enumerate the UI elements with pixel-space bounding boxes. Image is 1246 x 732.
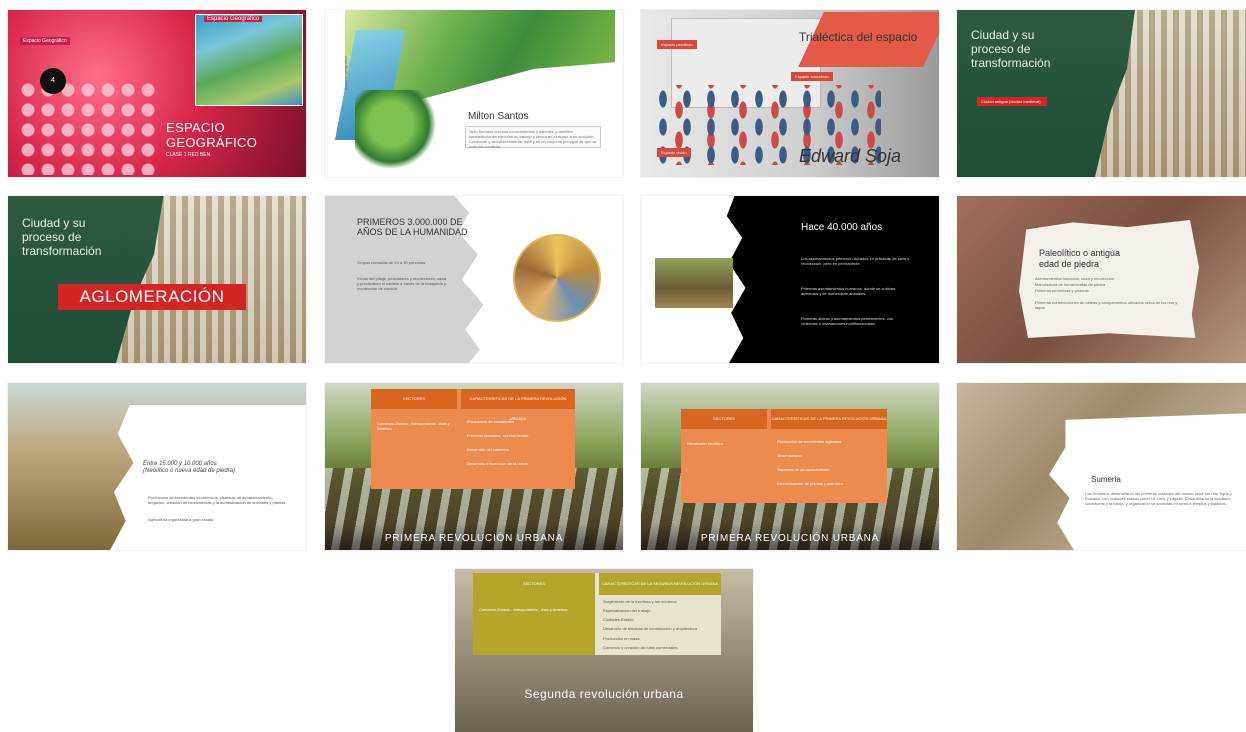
slide-thumbnail-paleolitico[interactable]: Paleolítico o antigua edad de piedra Ase… (957, 196, 1246, 363)
slide-thumbnail-edward-soja[interactable]: Espacio percibido Espacio concebido Espa… (641, 10, 939, 177)
slide-subtitle: CLASE 1 RED BEN (166, 152, 211, 158)
slide-title: Paleolítico o antigua edad de piedra (1039, 248, 1169, 270)
table-header: SECTORES (681, 409, 767, 429)
slide-title: Hace 40.000 años (801, 222, 883, 233)
table-cell: Primeras ciudades, asentamientos (467, 433, 529, 438)
slide-thumbnail-espacio-geografico[interactable]: Espacio Geográfico 4 Espacio Geográfico … (8, 10, 306, 177)
characteristics-table: SECTORES CARACTERÍSTICAS DE LA PRIMERA R… (371, 389, 575, 489)
highlight-banner: AGLOMERACIÓN (58, 284, 246, 310)
quote-box: Todo humano con sus conocimientos y sabe… (465, 126, 601, 149)
characteristics-table: SECTORES CARACTERÍSTICAS DE LA SEGUNDA R… (473, 573, 721, 655)
bullet-text: Los asentamientos primeros ubicados en p… (801, 256, 910, 266)
slide-tag: Ciudad antigua (ciudad medieval) (977, 97, 1047, 106)
bullet-text: Primeras construcciones de aldeas y camp… (1035, 300, 1178, 310)
title-line: edad de piedra (1039, 259, 1100, 269)
trees-image (355, 90, 445, 175)
bullet-text: Primeras cerámicas y pinturas (1035, 288, 1089, 293)
table-cell: Comercio-Estado - Mesopotamia - Asia y A… (377, 421, 450, 431)
bullet-text: Primeras aldeas y asentamientos permanen… (801, 316, 894, 326)
slide-title: Entre 15.000 y 10.000 años (Neolítico o … (143, 461, 235, 475)
title-line: transformación (971, 56, 1051, 70)
table-cell: Revolución neolítica (687, 441, 723, 446)
title-line: Paleolítico o antigua (1039, 248, 1121, 258)
slide-title: ESPACIO GEOGRÁFICO (166, 120, 257, 150)
table-cell: Especialización del trabajo (603, 608, 651, 613)
circular-illustration (513, 234, 601, 322)
table-header: CARACTERÍSTICAS DE LA PRIMERA REVOLUCIÓN… (461, 389, 575, 421)
city-illustration (1095, 10, 1246, 177)
table-cell: Sedentarismo (777, 453, 802, 458)
slide-thumbnail-primera-revolucion-1[interactable]: SECTORES CARACTERÍSTICAS DE LA PRIMERA R… (325, 383, 623, 550)
vertical-caption: Espacio geográfico (343, 55, 348, 90)
table-cell: Producción de excedentes agrícolas (777, 439, 842, 444)
title-line: proceso de (971, 42, 1031, 56)
slide-grid: Espacio Geográfico 4 Espacio Geográfico … (0, 0, 1246, 732)
slide-badge: Espacio Geográfico (20, 37, 70, 45)
map-title: Espacio Geográfico (204, 16, 263, 22)
title-line: ESPACIO (166, 120, 225, 135)
slide-title: Sumeria (1091, 475, 1121, 484)
slide-banner-title: PRIMERA REVOLUCIÓN URBANA (384, 533, 564, 544)
slide-tag: Espacio concebido (791, 72, 833, 81)
table-cell: Producción en masa (603, 636, 640, 641)
slide-tag: Espacio percibido (657, 40, 697, 49)
slide-thumbnail-primeros-anos[interactable]: PRIMEROS 3.000.000 DE AÑOS DE LA HUMANID… (325, 196, 623, 363)
slide-thumbnail-segunda-revolucion[interactable]: SECTORES CARACTERÍSTICAS DE LA SEGUNDA R… (455, 569, 753, 732)
slide-thumbnail-hace-40000[interactable]: Hace 40.000 años Los asentamientos prime… (641, 196, 939, 363)
table-cell: Desarrollo e invención de la rueda (467, 461, 528, 466)
slide-banner-title: PRIMERA REVOLUCIÓN URBANA (700, 533, 880, 544)
table-header: SECTORES (473, 573, 595, 595)
city-illustration (116, 196, 306, 363)
slide-thumbnail-neolitico[interactable]: Entre 15.000 y 10.000 años (Neolítico o … (8, 383, 306, 550)
title-line: Ciudad y su (971, 28, 1035, 42)
author-name: Edward Soja (799, 146, 902, 166)
title-line: proceso de (22, 230, 82, 244)
table-cell: Surgimiento de la escritura y los número… (603, 599, 677, 604)
bullet-text: Grupos nómadas de 20 a 30 personas (357, 260, 426, 265)
table-cell: Desarrollo del comercio (467, 447, 510, 452)
table-header: SECTORES (371, 389, 457, 409)
slide-title: Milton Santos (468, 111, 529, 122)
bullet-text: Agricultura organizada a gran escala (148, 517, 214, 522)
table-header: CARACTERÍSTICAS DE LA SEGUNDA REVOLUCIÓN… (599, 573, 721, 595)
table-cell: Comercio y creación de rutas comerciales (603, 645, 678, 650)
slide-thumbnail-primera-revolucion-2[interactable]: SECTORES CARACTERÍSTICAS DE LA PRIMERA R… (641, 383, 939, 550)
table-header: CARACTERÍSTICAS DE LA PRIMERA REVOLUCIÓN… (771, 409, 887, 429)
table-cell: Sistemas de almacenamiento (777, 467, 830, 472)
bullet-text: Asentamientos humanos, caza y recolecció… (1035, 276, 1115, 281)
quote-text: Todo humano con sus conocimientos y sabe… (469, 129, 597, 149)
title-line: GEOGRÁFICO (166, 135, 258, 150)
slide-title: PRIMEROS 3.000.000 DE AÑOS DE LA HUMANID… (357, 217, 468, 237)
slide-banner-title: Segunda revolución urbana (524, 687, 684, 701)
white-brush-shape (1049, 413, 1246, 550)
characteristics-table: SECTORES CARACTERÍSTICAS DE LA PRIMERA R… (681, 409, 887, 503)
slide-thumbnail-sumeria[interactable]: Sumeria Los Sumerios desarrollaron las p… (957, 383, 1246, 550)
slide-tag: Espacio vivido (657, 148, 691, 157)
bullet-text: Vivían del pillaje, pescadores y recolec… (357, 276, 447, 291)
slide-circle-badge: 4 (40, 68, 66, 94)
white-brush-shape (110, 405, 306, 550)
slide-title: Ciudad y su proceso de transformación (971, 28, 1050, 70)
slide-thumbnail-milton-santos[interactable]: Espacio geográfico Milton Santos Todo hu… (325, 10, 623, 177)
title-line: (Neolítico o nueva edad de piedra) (143, 468, 236, 474)
table-left-column (473, 595, 595, 655)
map-image (195, 14, 303, 106)
bullet-text: Producción de excedentes económicos, sis… (148, 495, 287, 505)
table-cell: Comercio-Estado - Mesopotamia - Asia y A… (479, 607, 568, 612)
table-cell: Producción de excedentes (467, 419, 515, 424)
table-cell: Domesticación de plantas y animales (777, 481, 844, 486)
title-line: Ciudad y su (22, 216, 86, 230)
table-cell: Desarrollo de técnicas de construcción y… (603, 626, 698, 631)
title-line: Entre 15.000 y 10.000 años (143, 461, 217, 467)
settlement-photo (655, 258, 733, 308)
slide-title: Ciudad y su proceso de transformación (22, 216, 101, 258)
title-line: transformación (22, 244, 102, 258)
slide-thumbnail-ciudad-transformacion[interactable]: Ciudad y su proceso de transformación Ci… (957, 10, 1246, 177)
slide-title: Trialéctica del espacio (799, 30, 918, 44)
bullet-text: Primeras asentamientos humanos, donde se… (801, 286, 896, 296)
bullet-text: Manufactura de herramientas de piedra (1035, 282, 1106, 287)
slide-thumbnail-aglomeracion[interactable]: Ciudad y su proceso de transformación AG… (8, 196, 306, 363)
table-cell: Ciudades-Estado (603, 617, 634, 622)
body-text: Los Sumerios desarrollaron las primeras … (1085, 491, 1232, 506)
